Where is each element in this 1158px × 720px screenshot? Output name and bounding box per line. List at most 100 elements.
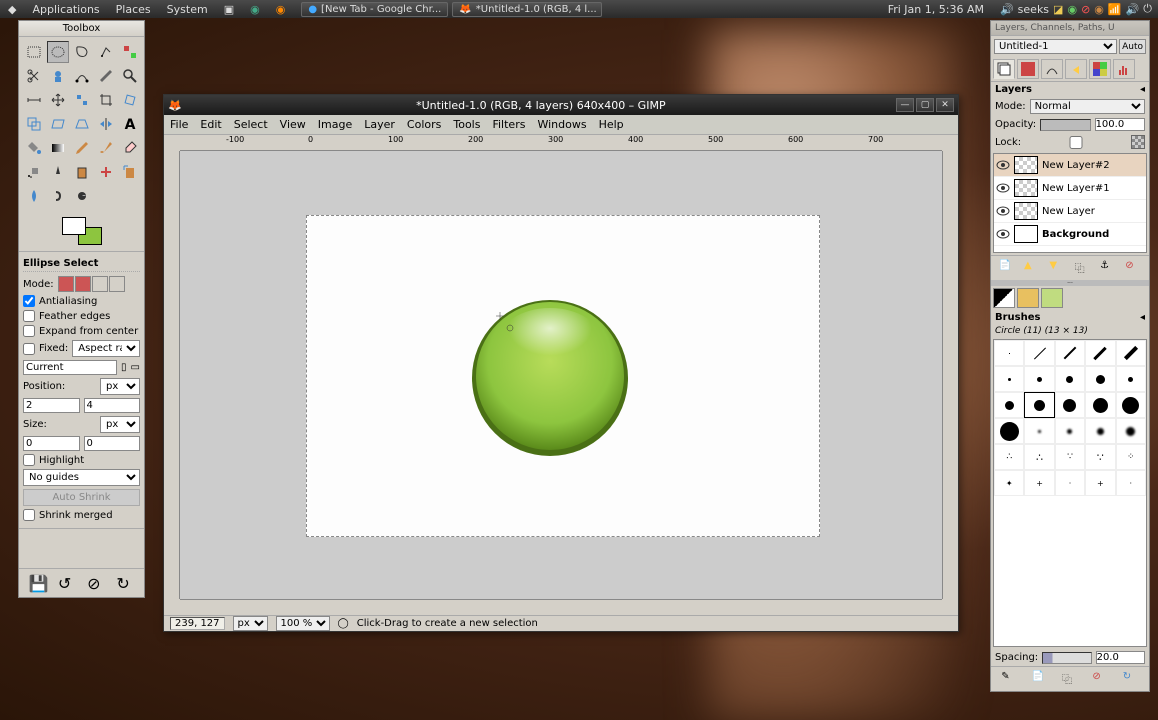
menu-view[interactable]: View <box>280 118 306 131</box>
panel-menu-icon[interactable]: ◂ <box>1140 84 1145 95</box>
tray-icon[interactable]: ⊘ <box>1081 3 1090 16</box>
brush-item[interactable] <box>994 392 1024 418</box>
pos-x-field[interactable] <box>23 398 80 413</box>
blur-tool[interactable] <box>23 185 45 207</box>
delete-options-icon[interactable]: ⊘ <box>86 573 106 593</box>
launcher-icon[interactable]: ▣ <box>216 1 242 18</box>
free-select-tool[interactable] <box>71 41 93 63</box>
eraser-tool[interactable] <box>119 137 141 159</box>
brush-item[interactable] <box>1116 340 1146 366</box>
brush-item[interactable] <box>1116 392 1146 418</box>
color-area[interactable] <box>19 211 144 251</box>
heal-tool[interactable] <box>95 161 117 183</box>
bucket-fill-tool[interactable] <box>23 137 45 159</box>
size-unit[interactable]: px <box>100 416 140 433</box>
canvas-viewport[interactable] <box>180 151 942 599</box>
minimize-button[interactable]: — <box>896 98 914 112</box>
brush-item[interactable]: ∵ <box>1055 444 1085 470</box>
flip-tool[interactable] <box>95 113 117 135</box>
status-unit[interactable]: px <box>233 616 268 631</box>
reset-options-icon[interactable]: ↻ <box>115 573 135 593</box>
brush-item[interactable] <box>1085 418 1115 444</box>
anchor-layer-icon[interactable]: ⚓ <box>1099 259 1117 277</box>
menu-tools[interactable]: Tools <box>453 118 480 131</box>
titlebar[interactable]: 🦊 *Untitled-1.0 (RGB, 4 layers) 640x400 … <box>164 95 958 115</box>
shear-tool[interactable] <box>47 113 69 135</box>
brush-item[interactable]: ⁘ <box>1116 444 1146 470</box>
menu-edit[interactable]: Edit <box>200 118 221 131</box>
rotate-tool[interactable] <box>119 89 141 111</box>
guides-select[interactable]: No guides <box>23 469 140 486</box>
tray-icon[interactable]: ◪ <box>1053 3 1063 16</box>
layer-name[interactable]: New Layer <box>1042 206 1095 217</box>
save-options-icon[interactable]: 💾 <box>28 573 48 593</box>
opacity-slider[interactable] <box>1040 119 1090 131</box>
new-brush-icon[interactable]: 📄 <box>1031 670 1049 688</box>
fg-bg-tab[interactable] <box>993 288 1015 308</box>
paintbrush-tool[interactable] <box>95 137 117 159</box>
airbrush-tool[interactable] <box>23 161 45 183</box>
menu-file[interactable]: File <box>170 118 188 131</box>
text-tool[interactable]: A <box>119 113 141 135</box>
brush-item[interactable] <box>1055 392 1085 418</box>
crop-tool[interactable] <box>95 89 117 111</box>
brush-item[interactable]: + <box>1085 470 1115 496</box>
fg-color-swatch[interactable] <box>62 217 86 235</box>
lock-pixels[interactable] <box>1025 136 1127 149</box>
layer-row[interactable]: New Layer#2 <box>994 154 1146 177</box>
brush-item[interactable] <box>1024 392 1054 418</box>
clock[interactable]: Fri Jan 1, 5:36 AM <box>888 3 984 16</box>
size-w-field[interactable] <box>23 436 80 451</box>
channels-tab[interactable] <box>1017 59 1039 79</box>
smudge-tool[interactable] <box>47 185 69 207</box>
brush-item[interactable] <box>1085 340 1115 366</box>
restore-options-icon[interactable]: ↺ <box>57 573 77 593</box>
menu-help[interactable]: Help <box>599 118 624 131</box>
feather-checkbox[interactable] <box>23 310 35 322</box>
brush-item[interactable]: ∴ <box>1024 444 1054 470</box>
visibility-icon[interactable] <box>996 158 1010 172</box>
paths-tab[interactable] <box>1041 59 1063 79</box>
brush-item[interactable]: ✦ <box>994 470 1024 496</box>
brush-item[interactable]: ∵ <box>1085 444 1115 470</box>
paths-tool[interactable] <box>71 65 93 87</box>
auto-button[interactable]: Auto <box>1119 39 1146 54</box>
close-button[interactable]: ✕ <box>936 98 954 112</box>
foreground-select-tool[interactable] <box>47 65 69 87</box>
layer-name[interactable]: New Layer#2 <box>1042 160 1110 171</box>
brush-item[interactable] <box>1024 340 1054 366</box>
os-logo-icon[interactable]: ◆ <box>0 1 24 18</box>
pos-y-field[interactable] <box>84 398 141 413</box>
expand-checkbox[interactable] <box>23 325 35 337</box>
brush-item[interactable] <box>1116 366 1146 392</box>
fixed-checkbox[interactable] <box>23 343 35 355</box>
spacing-value[interactable] <box>1096 651 1145 664</box>
ruler-horizontal[interactable]: -100 0 100 200 300 400 500 600 700 <box>180 135 942 151</box>
blend-tool[interactable] <box>47 137 69 159</box>
layer-row[interactable]: New Layer <box>994 200 1146 223</box>
move-tool[interactable] <box>47 89 69 111</box>
launcher-icon[interactable]: ◉ <box>268 1 294 18</box>
perspective-tool[interactable] <box>71 113 93 135</box>
brush-item[interactable] <box>1024 366 1054 392</box>
color-select-tool[interactable] <box>119 41 141 63</box>
volume-icon[interactable]: 🔊 <box>1000 3 1014 16</box>
menu-colors[interactable]: Colors <box>407 118 441 131</box>
perspective-clone-tool[interactable] <box>119 161 141 183</box>
lower-layer-icon[interactable]: ▼ <box>1048 259 1066 277</box>
brush-item[interactable]: + <box>1024 470 1054 496</box>
user-menu[interactable]: seeks <box>1018 3 1049 16</box>
scale-tool[interactable] <box>23 113 45 135</box>
lock-alpha-icon[interactable] <box>1131 135 1145 149</box>
delete-brush-icon[interactable]: ⊘ <box>1091 670 1109 688</box>
duplicate-layer-icon[interactable]: ⿻ <box>1074 259 1092 277</box>
antialias-checkbox[interactable] <box>23 295 35 307</box>
scrollbar-vertical[interactable] <box>942 151 958 599</box>
color-picker-tool[interactable] <box>95 65 117 87</box>
brush-item[interactable]: ∴ <box>994 444 1024 470</box>
menu-select[interactable]: Select <box>234 118 268 131</box>
landscape-icon[interactable]: ▭ <box>131 362 140 373</box>
size-h-field[interactable] <box>84 436 141 451</box>
blend-mode-select[interactable]: Normal <box>1030 99 1145 114</box>
mode-subtract[interactable] <box>92 276 108 292</box>
